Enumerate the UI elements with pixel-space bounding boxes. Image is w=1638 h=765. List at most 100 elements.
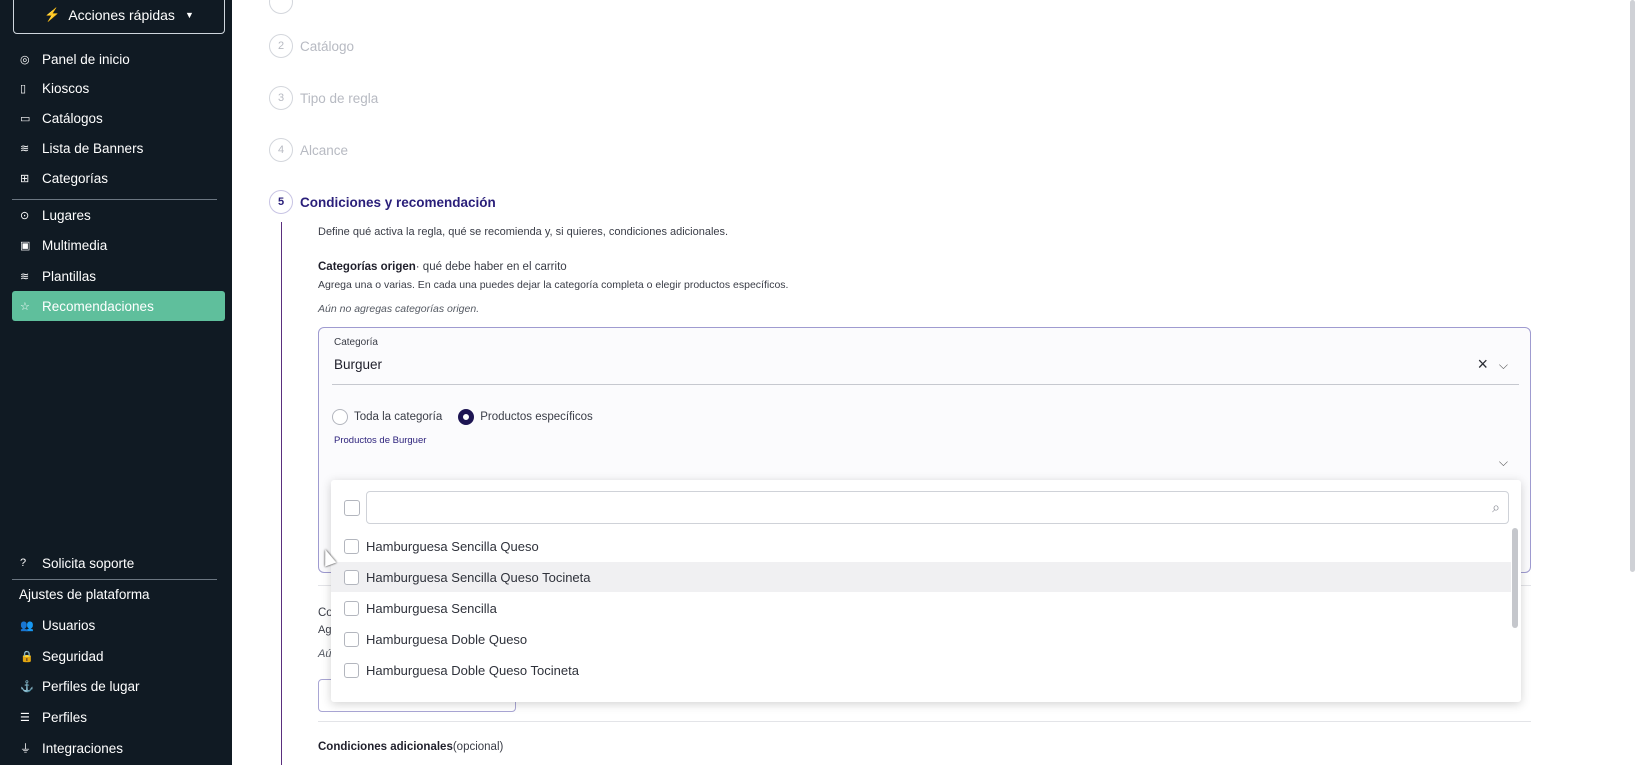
scope-radio-group: Toda la categoría Productos específicos bbox=[332, 409, 593, 425]
kiosk-icon: ▯ bbox=[20, 82, 27, 95]
sidebar-item-usuarios[interactable]: 👥 Usuarios bbox=[12, 610, 225, 640]
dropdown-option[interactable]: Hamburguesa Sencilla Queso Tocineta bbox=[331, 562, 1511, 592]
products-label: Productos de Burguer bbox=[334, 435, 427, 446]
sidebar-item-catalogos[interactable]: ▭ Catálogos bbox=[12, 103, 225, 133]
plug-icon: ⏚ bbox=[20, 743, 31, 755]
sidebar-item-kioscos[interactable]: ▯ Kioscos bbox=[12, 73, 225, 103]
step-label: Alcance bbox=[300, 142, 349, 158]
step-number: 3 bbox=[269, 86, 293, 110]
option-label: Hamburguesa Sencilla bbox=[366, 600, 497, 616]
origin-title: Categorías origen bbox=[318, 261, 416, 273]
sidebar-item-recomendaciones[interactable]: ☆ Recomendaciones bbox=[12, 291, 225, 321]
step-tipo-de-regla[interactable]: 3 Tipo de regla bbox=[269, 86, 378, 110]
step-label: Condiciones y recomendación bbox=[300, 194, 496, 210]
sidebar-item-perfiles[interactable]: ☰ Perfiles bbox=[12, 702, 225, 732]
option-checkbox[interactable] bbox=[344, 569, 359, 585]
option-label: Hamburguesa Sencilla Queso bbox=[366, 538, 539, 554]
sidebar-item-label: Lista de Banners bbox=[42, 140, 144, 156]
partial-help: Ag bbox=[318, 624, 332, 636]
additional-conditions-title: Condiciones adicionales(opcional) bbox=[318, 741, 503, 753]
sidebar-item-label: Solicita soporte bbox=[42, 555, 135, 571]
location-pin-icon: ⊙ bbox=[20, 209, 30, 222]
step-number: 4 bbox=[269, 138, 293, 162]
sidebar-item-integraciones[interactable]: ⏚ Integraciones bbox=[12, 733, 225, 763]
star-icon: ☆ bbox=[20, 300, 30, 313]
caret-down-icon: ▼ bbox=[184, 10, 194, 20]
quick-actions-button[interactable]: ⚡ Acciones rápidas ▼ bbox=[13, 0, 225, 34]
sidebar-item-plantillas[interactable]: ≋ Plantillas bbox=[12, 261, 225, 291]
option-checkbox[interactable] bbox=[344, 538, 359, 554]
layers-icon: ≋ bbox=[20, 142, 30, 155]
origin-title-row: Categorías origen· qué debe haber en el … bbox=[318, 261, 567, 273]
lightning-icon: ⚡ bbox=[44, 7, 61, 22]
section-description: Define qué activa la regla, qué se recom… bbox=[318, 226, 729, 238]
step-1[interactable] bbox=[269, 0, 300, 14]
sidebar-item-perfiles-de-lugar[interactable]: ⚓ Perfiles de lugar bbox=[12, 671, 225, 701]
additional-title: Condiciones adicionales bbox=[318, 741, 453, 753]
sidebar-item-label: Catálogos bbox=[42, 110, 103, 126]
dropdown-option[interactable]: Hamburguesa Doble Queso bbox=[331, 624, 1511, 654]
origin-help: Agrega una o varias. En cada una puedes … bbox=[318, 279, 789, 291]
sidebar-item-label: Kioscos bbox=[42, 80, 90, 96]
step-number: 2 bbox=[269, 34, 293, 58]
origin-empty: Aún no agregas categorías origen. bbox=[318, 303, 480, 315]
step-condiciones[interactable]: 5 Condiciones y recomendación bbox=[269, 190, 496, 214]
radio-specific-label: Productos específicos bbox=[480, 411, 593, 423]
radio-specific-products[interactable] bbox=[458, 409, 475, 425]
dropdown-option[interactable]: Hamburguesa Sencilla Queso bbox=[331, 531, 1511, 561]
partial-empty: Aú bbox=[318, 648, 332, 660]
sidebar-item-categorias[interactable]: ⊞ Categorías bbox=[12, 163, 225, 193]
step-number bbox=[269, 0, 293, 14]
products-dropdown: ⌕ Hamburguesa Sencilla Queso Hamburguesa… bbox=[331, 480, 1521, 702]
stack-icon: ≋ bbox=[20, 270, 30, 283]
close-icon[interactable]: × bbox=[1477, 354, 1488, 375]
option-label: Hamburguesa Doble Queso bbox=[366, 631, 528, 647]
dashboard-icon: ◎ bbox=[20, 53, 30, 66]
origin-subtitle: · qué debe haber en el carrito bbox=[415, 261, 567, 273]
product-search-input[interactable]: ⌕ bbox=[366, 491, 1509, 524]
chevron-down-icon[interactable]: ⌵ bbox=[1499, 455, 1508, 470]
category-select[interactable]: Burguer bbox=[334, 357, 382, 372]
radio-all-label: Toda la categoría bbox=[354, 411, 443, 423]
dropdown-option[interactable]: Hamburguesa Doble Queso Tocineta bbox=[331, 655, 1511, 685]
sidebar-item-multimedia[interactable]: ▣ Multimedia bbox=[12, 230, 225, 260]
image-icon: ▣ bbox=[20, 239, 31, 252]
step-catalogo[interactable]: 2 Catálogo bbox=[269, 34, 354, 58]
sidebar-item-label: Recomendaciones bbox=[42, 298, 154, 314]
page-scrollbar[interactable] bbox=[1630, 0, 1635, 572]
sidebar-item-lugares[interactable]: ⊙ Lugares bbox=[12, 200, 225, 230]
radio-all-category[interactable] bbox=[332, 409, 348, 425]
sidebar-item-label: Lugares bbox=[42, 207, 91, 223]
sidebar-item-lista-de-banners[interactable]: ≋ Lista de Banners bbox=[12, 133, 225, 163]
additional-optional: (opcional) bbox=[452, 741, 504, 753]
option-checkbox[interactable] bbox=[344, 631, 359, 647]
option-checkbox[interactable] bbox=[344, 600, 359, 616]
step-connector-line bbox=[281, 222, 282, 765]
sidebar-item-solicita-soporte[interactable]: ? Solicita soporte bbox=[12, 548, 225, 578]
sidebar-item-label: Categorías bbox=[42, 170, 109, 186]
sidebar: ⚡ Acciones rápidas ▼ ◎ Panel de inicio ▯… bbox=[0, 0, 232, 765]
help-circle-icon: ? bbox=[20, 557, 27, 569]
sidebar-item-label: Seguridad bbox=[42, 648, 104, 664]
sidebar-item-panel-de-inicio[interactable]: ◎ Panel de inicio bbox=[12, 44, 225, 74]
sidebar-item-label: Perfiles bbox=[42, 709, 88, 725]
list-icon: ☰ bbox=[20, 711, 30, 724]
sidebar-item-label: Plantillas bbox=[42, 268, 97, 284]
search-icon: ⌕ bbox=[1492, 499, 1500, 515]
sidebar-item-seguridad[interactable]: 🔒 Seguridad bbox=[12, 641, 225, 671]
option-checkbox[interactable] bbox=[344, 662, 359, 678]
chevron-down-icon[interactable]: ⌵ bbox=[1499, 358, 1508, 373]
quick-actions-label: Acciones rápidas bbox=[68, 7, 175, 23]
step-alcance[interactable]: 4 Alcance bbox=[269, 138, 348, 162]
step-label: Tipo de regla bbox=[300, 90, 379, 106]
category-underline bbox=[332, 384, 1519, 385]
dropdown-option[interactable]: Hamburguesa Sencilla bbox=[331, 593, 1511, 623]
anchor-icon: ⚓ bbox=[20, 680, 34, 693]
sidebar-item-label: Integraciones bbox=[42, 740, 124, 756]
sidebar-item-label: Perfiles de lugar bbox=[42, 678, 140, 694]
sidebar-item-label: Panel de inicio bbox=[42, 51, 130, 67]
dropdown-scrollbar[interactable] bbox=[1512, 528, 1518, 628]
select-all-checkbox[interactable] bbox=[344, 500, 360, 516]
settings-heading: Ajustes de plataforma bbox=[19, 587, 150, 602]
sidebar-item-label: Usuarios bbox=[42, 617, 96, 633]
